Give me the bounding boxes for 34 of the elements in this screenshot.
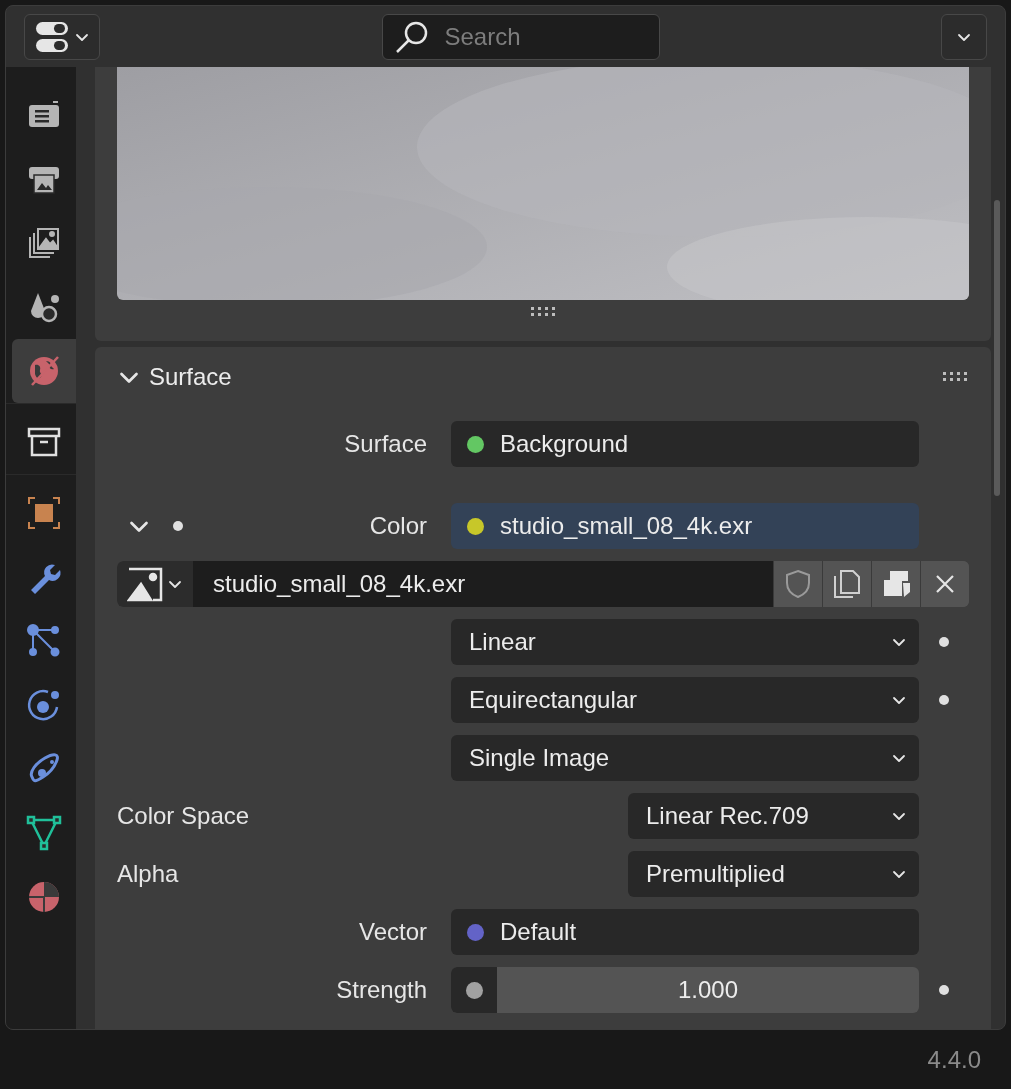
close-button[interactable] — [920, 561, 969, 607]
drag-handle-icon[interactable] — [941, 371, 969, 383]
nodes-icon — [26, 623, 62, 659]
search-field[interactable]: Search — [381, 13, 660, 60]
square-icon — [26, 495, 62, 531]
resize-grip-icon[interactable] — [529, 306, 557, 318]
field-label: Color Space — [117, 801, 250, 831]
dropdown[interactable]: Single Image — [451, 735, 919, 781]
images-icon — [26, 225, 62, 261]
socket-field[interactable]: Default — [451, 909, 919, 955]
dropdown[interactable]: Equirectangular — [451, 677, 919, 723]
slider-value: 1.000 — [676, 975, 740, 1005]
image-icon — [127, 566, 163, 602]
copy-icon — [831, 568, 863, 600]
field-label: Alpha — [117, 859, 179, 889]
sphere-icon — [26, 879, 62, 915]
image-name-field[interactable]: studio_small_08_4k.exr — [193, 561, 773, 607]
strength-slider[interactable]: 1.000 — [451, 967, 919, 1013]
triangle-mesh-icon — [26, 815, 62, 851]
scrollbar[interactable] — [994, 200, 1000, 496]
socket-field[interactable]: Background — [451, 421, 919, 467]
field-label: Vector — [358, 917, 427, 947]
field-label: Surface — [344, 429, 427, 459]
field-label: Color — [369, 511, 427, 541]
socket-field[interactable]: studio_small_08_4k.exr — [451, 503, 919, 549]
field-label: Strength — [336, 975, 427, 1005]
dropdown[interactable]: Premultiplied — [628, 851, 919, 897]
version-label: 4.4.0 — [927, 1044, 981, 1075]
editor-type-button[interactable] — [24, 13, 100, 60]
orbit-icon — [26, 687, 62, 723]
image-browse-button[interactable] — [117, 561, 193, 607]
dropdown[interactable]: Linear Rec.709 — [628, 793, 919, 839]
panel-header[interactable]: Surface — [117, 359, 232, 395]
dropdown[interactable]: Linear — [451, 619, 919, 665]
